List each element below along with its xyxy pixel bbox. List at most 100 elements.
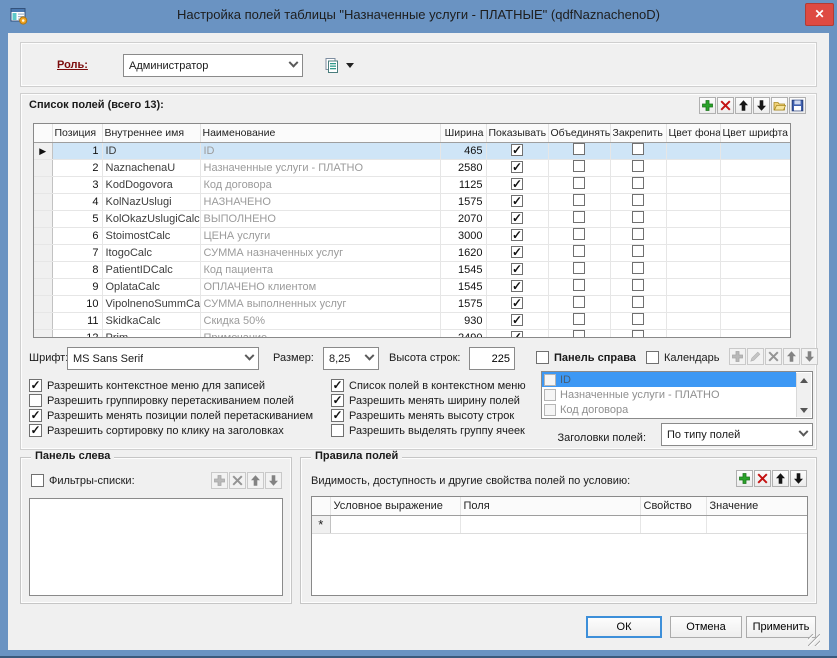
bg-color-cell[interactable] (666, 142, 720, 159)
caption-cell[interactable]: ЦЕНА услуги (200, 227, 440, 244)
close-button[interactable]: ✕ (805, 3, 834, 26)
option-checkbox[interactable] (331, 424, 344, 437)
merge-checkbox[interactable] (573, 296, 585, 308)
field-row[interactable]: 10VipolnenoSummCalСУММА выполненных услу… (34, 295, 790, 312)
merge-checkbox[interactable] (573, 228, 585, 240)
col-property[interactable]: Свойство (640, 497, 706, 515)
fields-cell[interactable] (460, 515, 640, 533)
position-cell[interactable]: 7 (52, 244, 102, 261)
field-row[interactable]: 6StoimostCalcЦЕНА услуги3000 (34, 227, 790, 244)
calendar-checkbox[interactable] (646, 351, 659, 364)
pin-checkbox[interactable] (632, 279, 644, 291)
font-color-cell[interactable] (720, 227, 790, 244)
option-checkbox[interactable] (29, 424, 42, 437)
merge-checkbox[interactable] (573, 262, 585, 274)
scroll-down-button[interactable] (797, 403, 811, 417)
field-row[interactable]: 3KodDogovoraКод договора1125 (34, 176, 790, 193)
ok-button[interactable]: ОК (586, 616, 662, 638)
caption-cell[interactable]: ОПЛАЧЕНО клиентом (200, 278, 440, 295)
position-cell[interactable]: 2 (52, 159, 102, 176)
col-font-color[interactable]: Цвет шрифта (720, 124, 790, 142)
option-row[interactable]: Разрешить менять позиции полей перетаски… (29, 408, 313, 423)
bg-color-cell[interactable] (666, 227, 720, 244)
option-checkbox[interactable] (331, 409, 344, 422)
col-position[interactable]: Позиция (52, 124, 102, 142)
font-color-cell[interactable] (720, 278, 790, 295)
position-cell[interactable]: 1 (52, 142, 102, 159)
list-item[interactable]: Код договора (542, 402, 796, 417)
font-color-cell[interactable] (720, 261, 790, 278)
caption-cell[interactable]: ВЫПОЛНЕНО (200, 210, 440, 227)
save-button[interactable] (789, 97, 806, 114)
font-color-cell[interactable] (720, 210, 790, 227)
internal-name-cell[interactable]: NaznachenaU (102, 159, 200, 176)
row-selector-cell[interactable] (34, 295, 52, 312)
move-down-button[interactable] (790, 470, 807, 487)
cancel-button[interactable]: Отмена (670, 616, 742, 638)
position-cell[interactable]: 5 (52, 210, 102, 227)
show-checkbox[interactable] (511, 314, 523, 326)
col-bg-color[interactable]: Цвет фона (666, 124, 720, 142)
col-internal-name[interactable]: Внутреннее имя (102, 124, 200, 142)
row-selector-cell[interactable] (34, 193, 52, 210)
bg-color-cell[interactable] (666, 312, 720, 329)
width-cell[interactable]: 1620 (440, 244, 486, 261)
condition-cell[interactable] (330, 515, 460, 533)
internal-name-cell[interactable]: StoimostCalc (102, 227, 200, 244)
move-up-button[interactable] (735, 97, 752, 114)
width-cell[interactable]: 1545 (440, 278, 486, 295)
list-item[interactable]: Назначенные услуги - ПЛАТНО (542, 387, 796, 402)
pin-checkbox[interactable] (632, 313, 644, 325)
move-down-button[interactable] (753, 97, 770, 114)
show-checkbox[interactable] (511, 178, 523, 190)
merge-checkbox[interactable] (573, 177, 585, 189)
size-select[interactable]: 8,25 (323, 347, 379, 370)
position-cell[interactable]: 10 (52, 295, 102, 312)
caption-cell[interactable]: СУММА выполненных услуг (200, 295, 440, 312)
font-color-cell[interactable] (720, 312, 790, 329)
pin-checkbox[interactable] (632, 177, 644, 189)
calendar-checkbox-row[interactable]: Календарь (646, 351, 720, 364)
row-selector-cell[interactable] (34, 176, 52, 193)
internal-name-cell[interactable]: SkidkaCalc (102, 312, 200, 329)
position-cell[interactable]: 12 (52, 329, 102, 338)
value-cell[interactable] (706, 515, 807, 533)
add-button[interactable] (736, 470, 753, 487)
field-row[interactable]: ▶1IDID465 (34, 142, 790, 159)
right-panel-checkbox-row[interactable]: Панель справа (536, 351, 636, 364)
option-row[interactable]: Список полей в контекстном меню (331, 378, 526, 393)
col-pin[interactable]: Закрепить (610, 124, 666, 142)
caption-cell[interactable]: Скидка 50% (200, 312, 440, 329)
bg-color-cell[interactable] (666, 159, 720, 176)
row-selector-cell[interactable] (34, 312, 52, 329)
bg-color-cell[interactable] (666, 210, 720, 227)
merge-checkbox[interactable] (573, 211, 585, 223)
width-cell[interactable]: 1575 (440, 295, 486, 312)
caption-cell[interactable]: Назначенные услуги - ПЛАТНО (200, 159, 440, 176)
bg-color-cell[interactable] (666, 329, 720, 338)
property-cell[interactable] (640, 515, 706, 533)
width-cell[interactable]: 1545 (440, 261, 486, 278)
merge-checkbox[interactable] (573, 143, 585, 155)
col-width[interactable]: Ширина (440, 124, 486, 142)
bg-color-cell[interactable] (666, 244, 720, 261)
internal-name-cell[interactable]: OplataCalc (102, 278, 200, 295)
delete-button[interactable] (717, 97, 734, 114)
move-up-button[interactable] (772, 470, 789, 487)
pin-checkbox[interactable] (632, 160, 644, 172)
caption-cell[interactable]: НАЗНАЧЕНО (200, 193, 440, 210)
merge-checkbox[interactable] (573, 245, 585, 257)
col-fields[interactable]: Поля (460, 497, 640, 515)
show-checkbox[interactable] (511, 331, 523, 338)
option-checkbox[interactable] (29, 394, 42, 407)
right-panel-checkbox[interactable] (536, 351, 549, 364)
resize-grip[interactable] (808, 634, 820, 646)
caption-cell[interactable]: ID (200, 142, 440, 159)
width-cell[interactable]: 2070 (440, 210, 486, 227)
width-cell[interactable]: 465 (440, 142, 486, 159)
show-checkbox[interactable] (511, 246, 523, 258)
apply-button[interactable]: Применить (746, 616, 816, 638)
field-row[interactable]: 2NaznachenaUНазначенные услуги - ПЛАТНО2… (34, 159, 790, 176)
position-cell[interactable]: 4 (52, 193, 102, 210)
row-height-input[interactable] (469, 347, 515, 370)
